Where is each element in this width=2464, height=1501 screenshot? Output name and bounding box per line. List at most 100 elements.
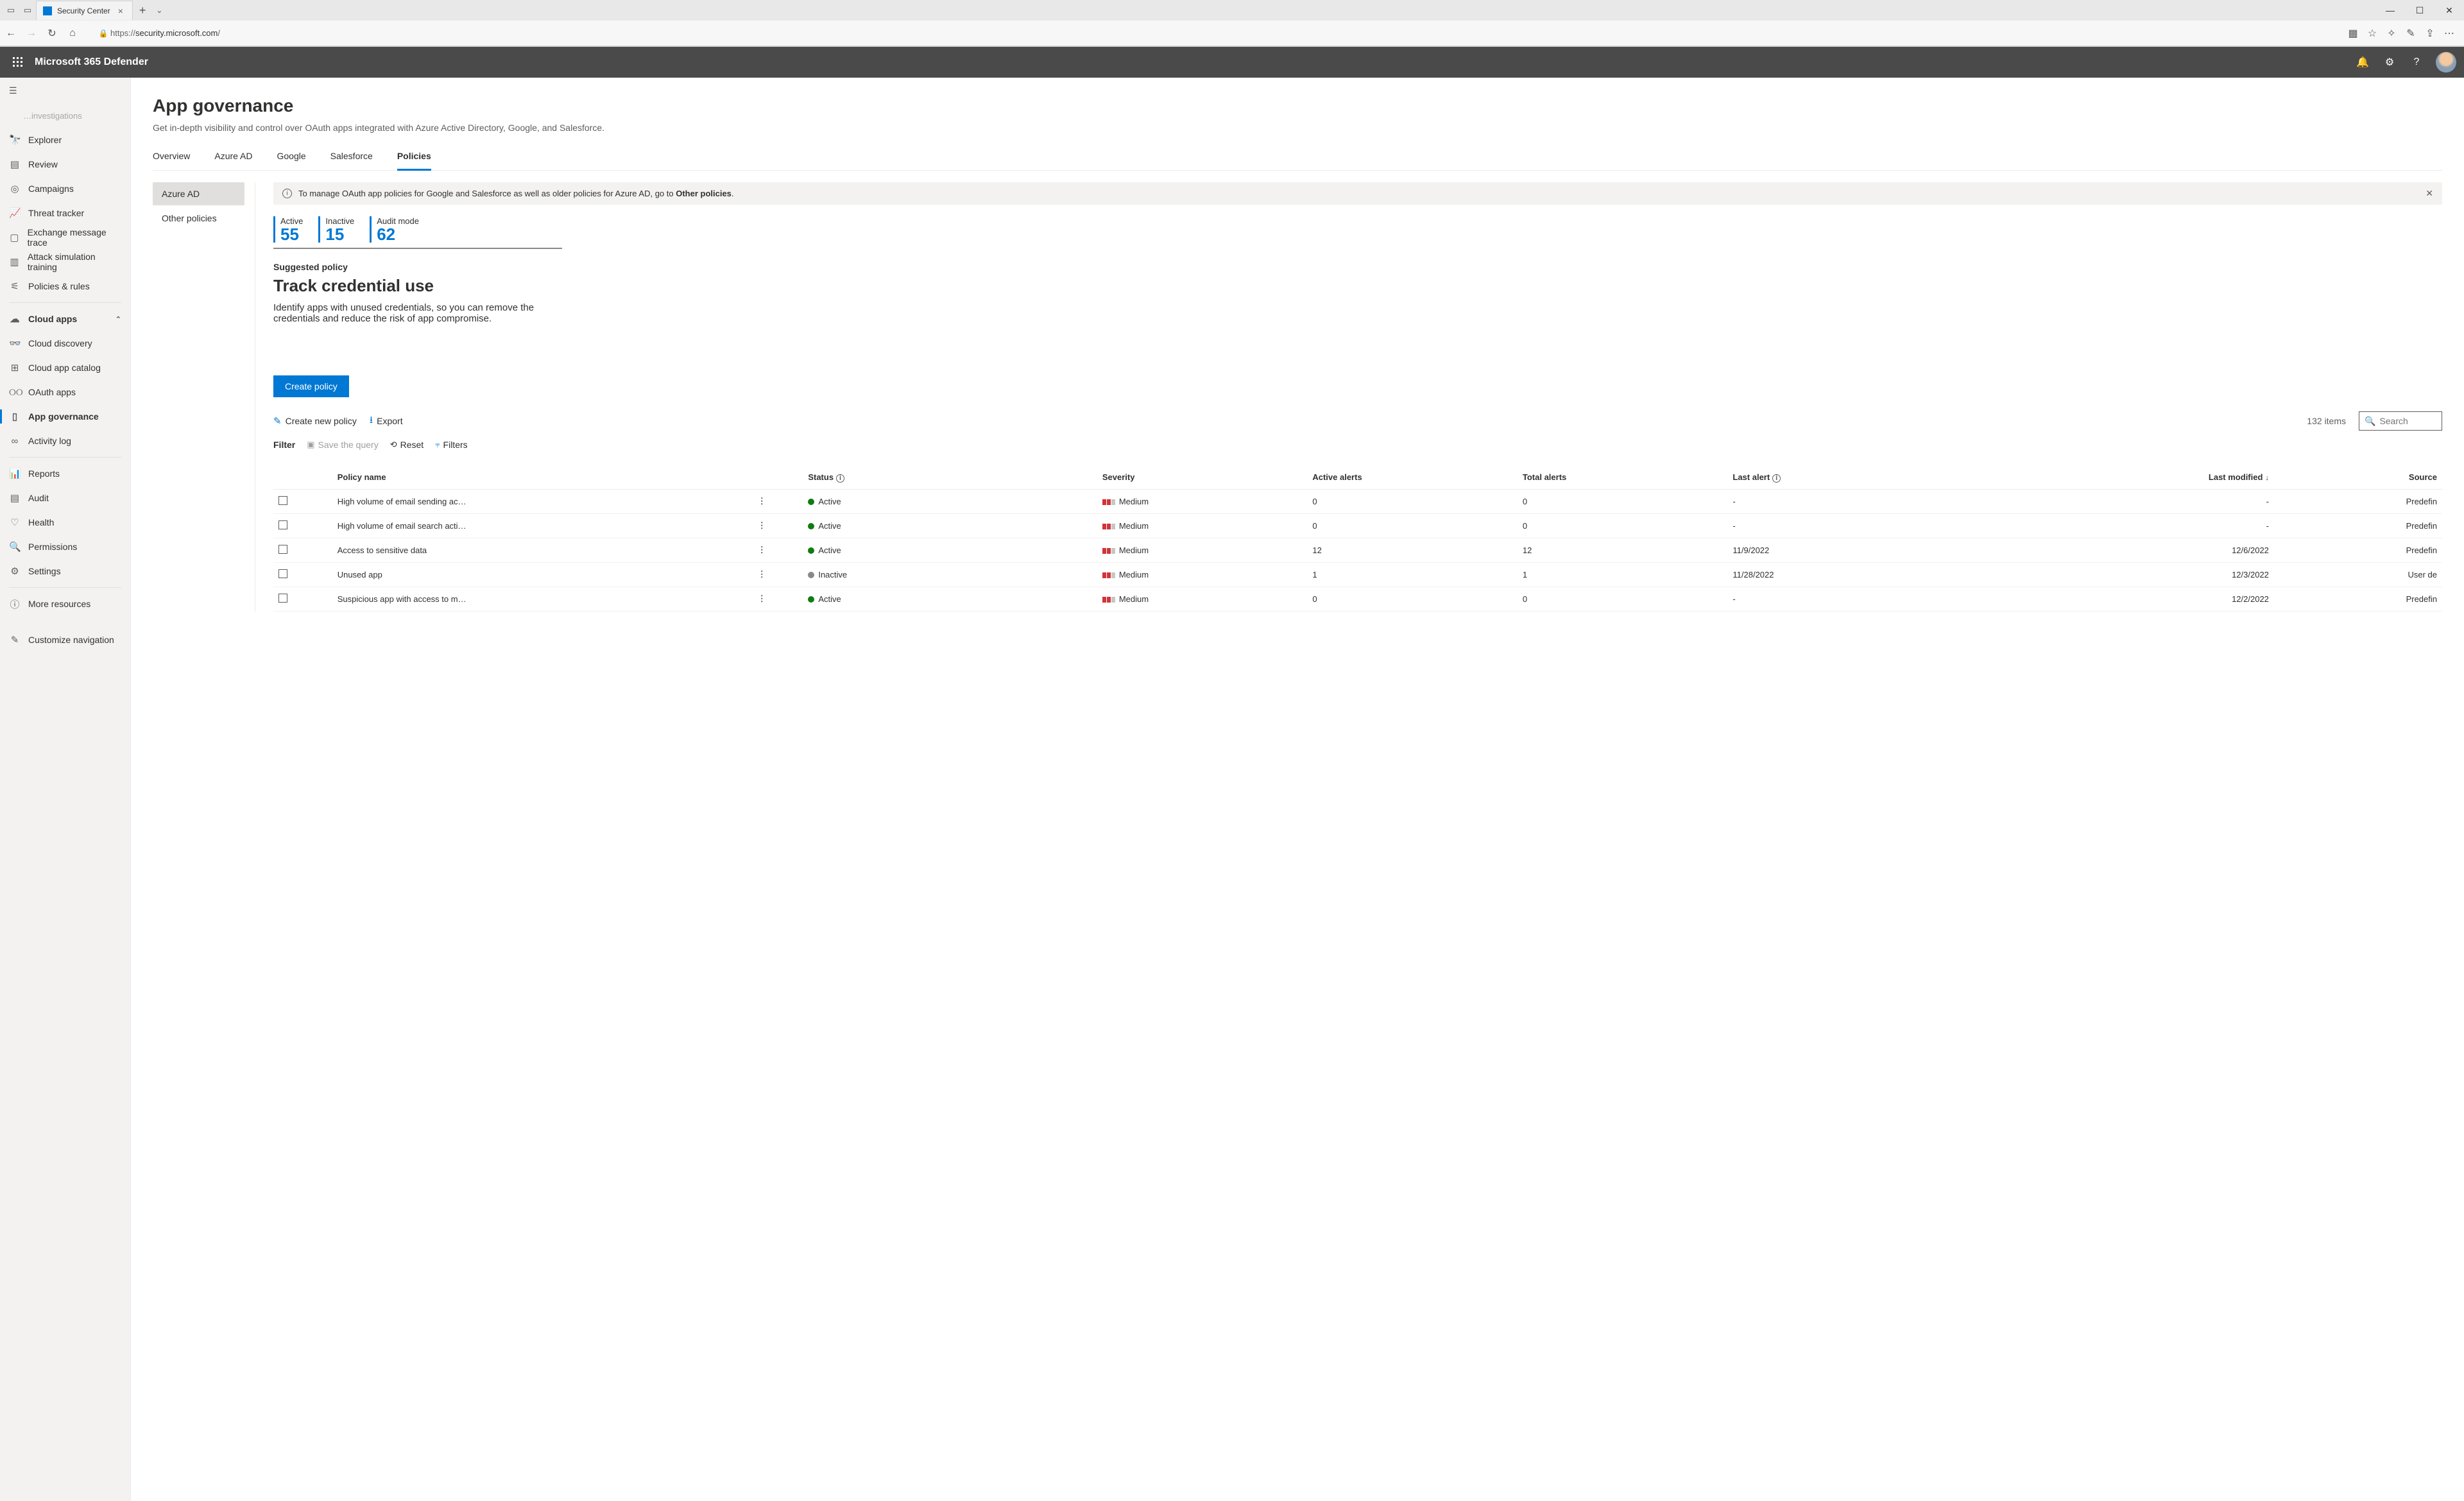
col-severity[interactable]: Severity [1097,466,1308,489]
table-row[interactable]: High volume of email sending ac…⋮ActiveM… [273,489,2442,513]
tab-overview[interactable]: Overview [153,144,190,170]
tab-salesforce[interactable]: Salesforce [330,144,373,170]
cell-source: Predefin [2274,489,2442,513]
nav-oauth-apps[interactable]: ୦୦OAuth apps [0,380,130,404]
reports-icon: 📊 [9,468,21,479]
oauth-icon: ୦୦ [9,387,21,398]
nav-cloud-apps-group[interactable]: ☁Cloud apps⌃ [0,307,130,331]
cell-active-alerts: 1 [1307,562,1518,587]
row-menu-icon[interactable]: ⋮ [758,545,766,554]
tab-policies[interactable]: Policies [397,144,431,171]
nav-home-icon[interactable]: ⌂ [65,26,80,40]
export-link[interactable]: ⭳Export [370,413,403,429]
stat-audit[interactable]: Audit mode 62 [370,216,419,243]
nav-explorer[interactable]: 🔭Explorer [0,128,130,152]
stat-active[interactable]: Active 55 [273,216,303,243]
notes-icon[interactable]: ✎ [2404,26,2418,40]
banner-text: To manage OAuth app policies for Google … [298,189,734,198]
col-status[interactable]: Statusi [803,466,1097,489]
info-icon[interactable]: i [836,474,844,483]
window-close[interactable]: ✕ [2434,0,2464,21]
col-policy-name[interactable]: Policy name [332,466,753,489]
col-total-alerts[interactable]: Total alerts [1518,466,1728,489]
address-bar[interactable]: 🔒 https://security.microsoft.com/ [86,26,2340,40]
col-active-alerts[interactable]: Active alerts [1307,466,1518,489]
browser-tab[interactable]: Security Center × [36,1,133,20]
item-count: 132 items [2307,416,2346,426]
reset-filter-button[interactable]: ⟲Reset [390,440,424,450]
window-minimize[interactable]: — [2375,0,2405,21]
url-host: security.microsoft.com [135,28,218,38]
nav-threat-tracker[interactable]: 📈Threat tracker [0,201,130,225]
tab-google[interactable]: Google [277,144,306,170]
favorite-icon[interactable]: ☆ [2365,26,2379,40]
col-source[interactable]: Source [2274,466,2442,489]
row-checkbox[interactable] [278,496,287,505]
filters-button[interactable]: ⫧Filters [435,440,467,450]
collections-icon[interactable]: ✧ [2384,26,2399,40]
app-launcher-icon[interactable] [8,52,28,73]
table-row[interactable]: Access to sensitive data⋮ActiveMedium121… [273,538,2442,562]
nav-customize[interactable]: ✎Customize navigation [0,628,130,652]
tab-close-icon[interactable]: × [116,6,126,16]
help-icon[interactable]: ? [2409,55,2424,70]
nav-exchange-trace[interactable]: ▢Exchange message trace [0,225,130,250]
nav-health[interactable]: ♡Health [0,510,130,535]
search-icon: 🔍 [2365,416,2375,427]
window-maximize[interactable]: ☐ [2405,0,2434,21]
tracker-icon: 📈 [9,207,21,219]
tab-favicon [43,6,52,15]
url-path: / [218,28,220,38]
banner-close-icon[interactable]: ✕ [2426,188,2433,199]
nav-permissions[interactable]: 🔍Permissions [0,535,130,559]
nav-campaigns[interactable]: ◎Campaigns [0,176,130,201]
nav-refresh-icon[interactable]: ↻ [45,26,59,40]
create-new-policy-link[interactable]: ✎Create new policy [273,415,357,427]
create-policy-button[interactable]: Create policy [273,375,349,397]
tab-azure-ad[interactable]: Azure AD [214,144,252,170]
nav-more-resources[interactable]: ⓘMore resources [0,592,130,616]
nav-review[interactable]: ▤Review [0,152,130,176]
subtab-azure-ad[interactable]: Azure AD [153,182,244,205]
reading-view-icon[interactable]: ▦ [2346,26,2360,40]
menu-icon[interactable]: ⋯ [2442,26,2456,40]
window-tab-icon-2[interactable]: ▭ [22,4,33,16]
nav-app-governance[interactable]: ▯App governance [0,404,130,429]
nav-attack-sim[interactable]: ▥Attack simulation training [0,250,130,274]
row-menu-icon[interactable]: ⋮ [758,520,766,530]
col-last-alert[interactable]: Last alerti [1727,466,1980,489]
col-last-modified[interactable]: Last modified↓ [1980,466,2274,489]
tab-overflow-icon[interactable]: ⌄ [152,6,166,15]
nav-cloud-discovery[interactable]: 👓Cloud discovery [0,331,130,356]
table-row[interactable]: Suspicious app with access to m…⋮ActiveM… [273,587,2442,611]
search-input[interactable] [2379,416,2436,426]
nav-cloud-catalog[interactable]: ⊞Cloud app catalog [0,356,130,380]
suggested-desc: Identify apps with unused credentials, s… [273,302,556,324]
row-checkbox[interactable] [278,569,287,578]
share-icon[interactable]: ⇪ [2423,26,2437,40]
subtab-other-policies[interactable]: Other policies [153,207,244,230]
row-menu-icon[interactable]: ⋮ [758,496,766,506]
nav-audit[interactable]: ▤Audit [0,486,130,510]
user-avatar[interactable] [2436,52,2456,73]
search-box[interactable]: 🔍 [2359,411,2442,431]
nav-settings[interactable]: ⚙Settings [0,559,130,583]
nav-collapse-button[interactable]: ☰ [0,78,130,103]
new-tab-button[interactable]: + [133,4,153,17]
table-row[interactable]: High volume of email search acti…⋮Active… [273,513,2442,538]
stat-inactive[interactable]: Inactive 15 [318,216,354,243]
table-row[interactable]: Unused app⋮InactiveMedium1111/28/202212/… [273,562,2442,587]
window-tab-icon[interactable]: ▭ [5,4,17,16]
notifications-icon[interactable]: 🔔 [2355,55,2370,70]
nav-back-icon[interactable]: ← [4,26,18,40]
row-menu-icon[interactable]: ⋮ [758,569,766,579]
info-icon[interactable]: i [1772,474,1781,483]
row-checkbox[interactable] [278,520,287,529]
settings-gear-icon[interactable]: ⚙ [2382,55,2397,70]
nav-policies-rules[interactable]: ⚟Policies & rules [0,274,130,298]
row-menu-icon[interactable]: ⋮ [758,594,766,603]
nav-activity-log[interactable]: ∞Activity log [0,429,130,453]
row-checkbox[interactable] [278,594,287,603]
nav-reports[interactable]: 📊Reports [0,461,130,486]
row-checkbox[interactable] [278,545,287,554]
